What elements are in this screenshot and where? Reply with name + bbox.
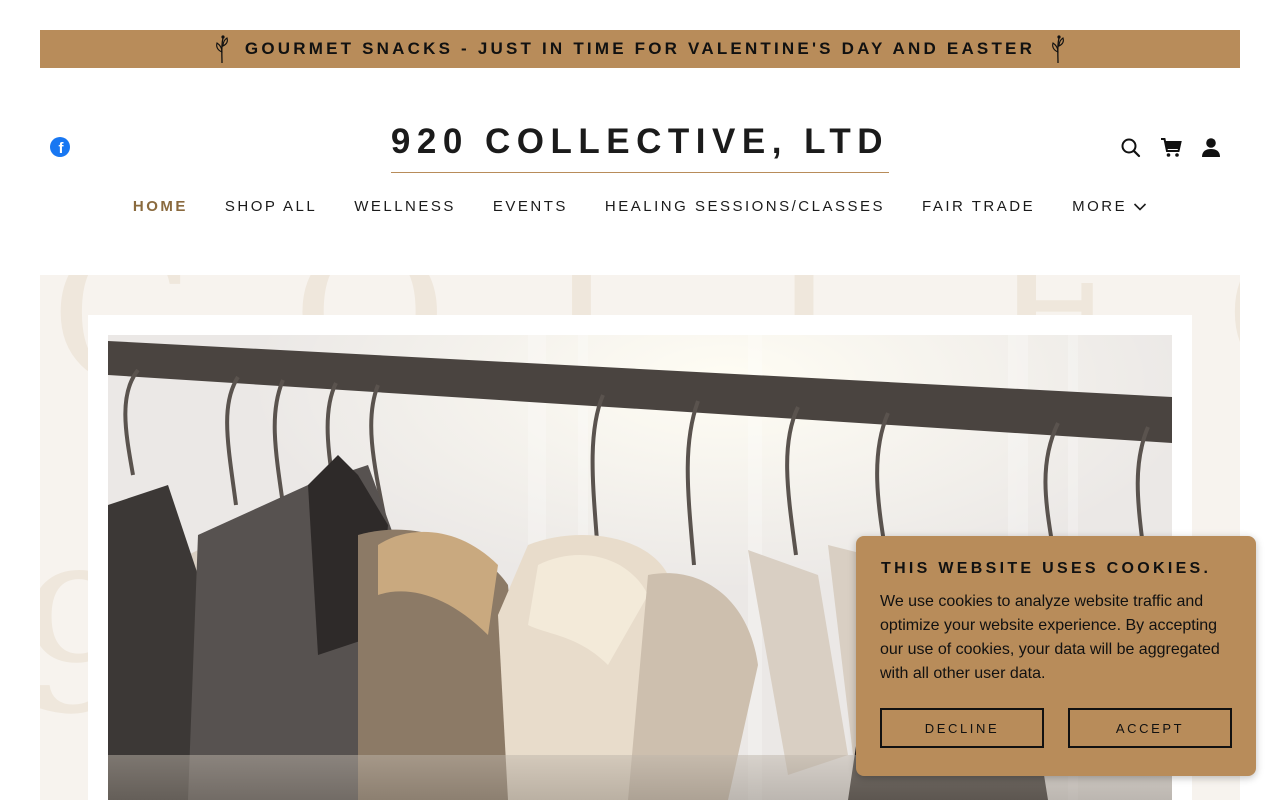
nav-item-more[interactable]: MORE [1072,198,1147,215]
cookie-buttons: DECLINE ACCEPT [880,708,1232,748]
nav-item-fair-trade[interactable]: FAIR TRADE [922,198,1035,215]
account-icon[interactable] [1200,135,1222,159]
site-title[interactable]: 920 COLLECTIVE, LTD [390,122,890,173]
nav-item-more-label: MORE [1072,198,1128,215]
search-icon[interactable] [1120,135,1142,159]
nav-item-events[interactable]: EVENTS [493,198,568,215]
nav-item-healing-sessions[interactable]: HEALING SESSIONS/CLASSES [605,198,885,215]
announcement-text: GOURMET SNACKS - JUST IN TIME FOR VALENT… [244,39,1036,58]
announcement-banner: GOURMET SNACKS - JUST IN TIME FOR VALENT… [40,30,1240,68]
cookie-consent-popup: THIS WEBSITE USES COOKIES. We use cookie… [856,536,1256,776]
chevron-down-icon [1133,202,1147,212]
nav-item-home[interactable]: HOME [133,198,188,215]
main-nav: HOME SHOP ALL WELLNESS EVENTS HEALING SE… [0,198,1280,215]
sprig-icon [213,34,231,64]
cookie-body: We use cookies to analyze website traffi… [880,593,1220,682]
sprig-icon [1049,34,1067,64]
nav-item-wellness[interactable]: WELLNESS [354,198,456,215]
accept-button[interactable]: ACCEPT [1068,708,1232,748]
nav-item-shop-all[interactable]: SHOP ALL [225,198,317,215]
decline-button[interactable]: DECLINE [880,708,1044,748]
site-title-wrap: 920 COLLECTIVE, LTD [0,122,1280,173]
cookie-title: THIS WEBSITE USES COOKIES. [881,560,1212,577]
header-icons [1120,135,1222,159]
cart-icon[interactable] [1160,135,1182,159]
